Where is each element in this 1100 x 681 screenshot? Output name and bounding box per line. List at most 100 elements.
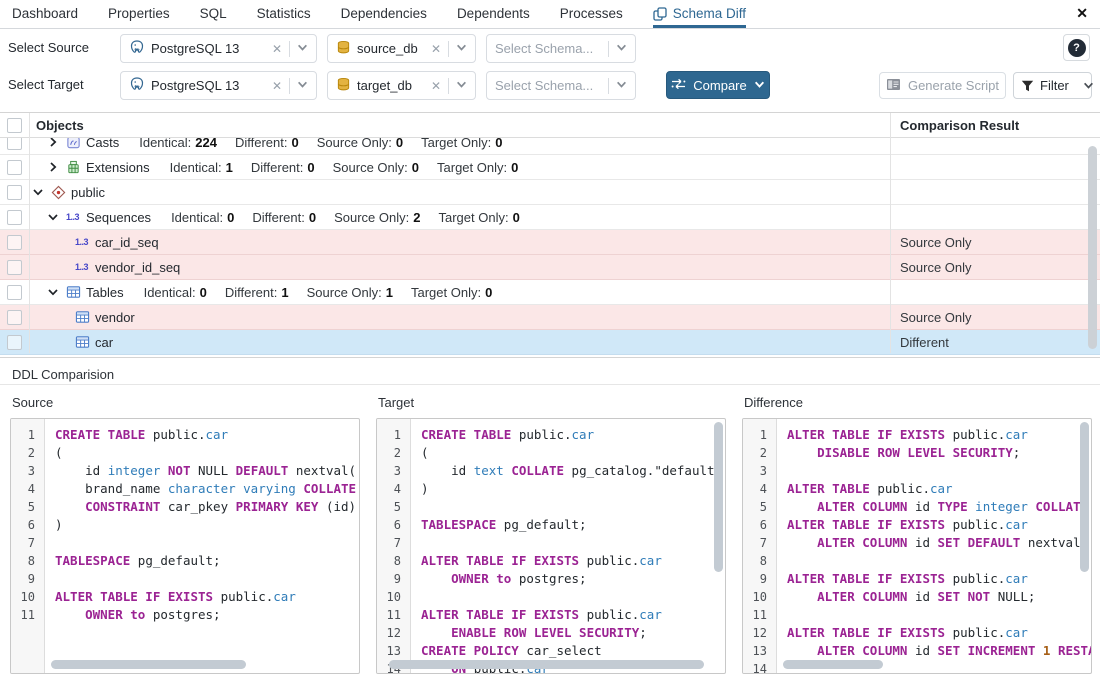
- code-line: ALTER TABLE IF EXISTS public.car: [55, 588, 359, 606]
- tab-label: Schema Diff: [673, 6, 746, 21]
- tab-schema-diff[interactable]: Schema Diff: [653, 0, 746, 28]
- row-checkbox[interactable]: [7, 160, 22, 175]
- tree-row-label: Tables: [86, 285, 124, 300]
- chevron-down-icon[interactable]: [297, 41, 308, 56]
- sql-code: ALTER TABLE IF EXISTS public.car DISABLE…: [778, 419, 1091, 673]
- code-line: ): [55, 516, 359, 534]
- tab-dashboard[interactable]: Dashboard: [12, 0, 78, 28]
- tree-row-label: car: [95, 335, 113, 350]
- row-checkbox[interactable]: [7, 285, 22, 300]
- difference-ddl-editor[interactable]: 1234567891011121314ALTER TABLE IF EXISTS…: [742, 418, 1092, 674]
- row-checkbox[interactable]: [7, 138, 22, 150]
- tree-row-label: public: [71, 185, 105, 200]
- casts-icon: [66, 138, 86, 150]
- tree-row[interactable]: 1..3vendor_id_seqSource Only: [0, 255, 1100, 280]
- database-icon: [336, 40, 351, 58]
- clear-icon[interactable]: ✕: [431, 79, 441, 93]
- chevron-down-icon[interactable]: [48, 287, 66, 297]
- sequence-icon: 1..3: [66, 212, 86, 222]
- help-icon: ?: [1068, 39, 1086, 57]
- tab-properties[interactable]: Properties: [108, 0, 170, 28]
- source-database-select[interactable]: source_db ✕: [327, 34, 476, 63]
- chevron-down-icon[interactable]: [297, 78, 308, 93]
- code-line: (: [55, 444, 359, 462]
- horizontal-scrollbar[interactable]: [51, 660, 246, 669]
- row-checkbox[interactable]: [7, 310, 22, 325]
- tree-row-label: Extensions: [86, 160, 150, 175]
- code-line: id integer NOT NULL DEFAULT nextval(': [55, 462, 359, 480]
- tab-bar: Dashboard Properties SQL Statistics Dependen…: [0, 0, 1100, 29]
- code-line: CREATE TABLE public.car: [421, 426, 725, 444]
- tree-row[interactable]: CastsIdentical:224Different:0Source Only…: [0, 138, 1100, 155]
- source-server-value: PostgreSQL 13: [151, 41, 239, 56]
- chevron-down-icon[interactable]: [48, 212, 66, 222]
- horizontal-scrollbar[interactable]: [389, 660, 704, 669]
- tab-statistics[interactable]: Statistics: [257, 0, 311, 28]
- select-all-checkbox[interactable]: [7, 118, 22, 133]
- chevron-down-icon[interactable]: [616, 78, 627, 93]
- target-server-select[interactable]: PostgreSQL 13 ✕: [120, 71, 317, 100]
- source-ddl-editor[interactable]: 1234567891011CREATE TABLE public.car( id…: [10, 418, 360, 674]
- comparison-grid: Objects Comparison Result CastsIdentical…: [0, 112, 1100, 358]
- tree-row[interactable]: car Different: [0, 330, 1100, 355]
- stat-different: Different:0: [251, 160, 315, 175]
- code-line: ALTER TABLE IF EXISTS public.car: [787, 624, 1091, 642]
- select-source-label: Select Source: [8, 40, 89, 55]
- stat-source-only: Source Only:1: [307, 285, 393, 300]
- tree-vertical-scrollbar[interactable]: [1088, 146, 1097, 349]
- row-checkbox[interactable]: [7, 260, 22, 275]
- chevron-down-icon[interactable]: [754, 78, 765, 93]
- tab-dependencies[interactable]: Dependencies: [341, 0, 427, 28]
- chevron-down-icon[interactable]: [456, 78, 467, 93]
- stat-source-only: Source Only:0: [317, 138, 403, 150]
- comparison-result-cell: Source Only: [900, 255, 972, 280]
- target-database-select[interactable]: target_db ✕: [327, 71, 476, 100]
- clear-icon[interactable]: ✕: [431, 42, 441, 56]
- chevron-right-icon[interactable]: [48, 162, 66, 172]
- generate-script-button[interactable]: Generate Script: [879, 72, 1006, 99]
- stat-target-only: Target Only:0: [411, 285, 492, 300]
- tree-row[interactable]: public: [0, 180, 1100, 205]
- tab-dependents[interactable]: Dependents: [457, 0, 530, 28]
- stat-different: Different:0: [252, 210, 316, 225]
- clear-icon[interactable]: ✕: [272, 79, 282, 93]
- compare-button[interactable]: Compare: [666, 71, 770, 99]
- chevron-down-icon[interactable]: [616, 41, 627, 56]
- target-server-value: PostgreSQL 13: [151, 78, 239, 93]
- chevron-down-icon[interactable]: [33, 187, 51, 197]
- clear-icon[interactable]: ✕: [272, 42, 282, 56]
- tree-row[interactable]: 1..3SequencesIdentical:0Different:0Sourc…: [0, 205, 1100, 230]
- chevron-down-icon[interactable]: [456, 41, 467, 56]
- filter-button[interactable]: Filter: [1013, 72, 1092, 99]
- vertical-scrollbar[interactable]: [714, 422, 723, 572]
- comparison-result-cell: Different: [900, 330, 949, 355]
- stat-source-only: Source Only:2: [334, 210, 420, 225]
- target-schema-select[interactable]: Select Schema...: [486, 71, 636, 100]
- target-ddl-editor[interactable]: 1234567891011121314CREATE TABLE public.c…: [376, 418, 726, 674]
- row-checkbox[interactable]: [7, 235, 22, 250]
- source-panel-title: Source: [12, 395, 53, 410]
- code-line: DISABLE ROW LEVEL SECURITY;: [787, 444, 1091, 462]
- close-icon[interactable]: ✕: [1076, 5, 1088, 22]
- table-icon: [75, 335, 95, 349]
- tab-processes[interactable]: Processes: [560, 0, 623, 28]
- row-checkbox[interactable]: [7, 185, 22, 200]
- chevron-right-icon[interactable]: [48, 138, 66, 147]
- row-checkbox[interactable]: [7, 335, 22, 350]
- tree-row-label: vendor: [95, 310, 135, 325]
- tab-label: SQL: [200, 6, 227, 21]
- source-server-select[interactable]: PostgreSQL 13 ✕: [120, 34, 317, 63]
- tab-label: Dependencies: [341, 6, 427, 21]
- tree-row[interactable]: vendorSource Only: [0, 305, 1100, 330]
- tree-row[interactable]: 1..3car_id_seqSource Only: [0, 230, 1100, 255]
- tree-row[interactable]: TablesIdentical:0Different:1Source Only:…: [0, 280, 1100, 305]
- chevron-down-icon[interactable]: [1083, 80, 1094, 91]
- tree-row[interactable]: ExtensionsIdentical:1Different:0Source O…: [0, 155, 1100, 180]
- help-button[interactable]: ?: [1063, 34, 1090, 61]
- horizontal-scrollbar[interactable]: [783, 660, 883, 669]
- stat-source-only: Source Only:0: [333, 160, 419, 175]
- vertical-scrollbar[interactable]: [1080, 422, 1089, 572]
- tab-sql[interactable]: SQL: [200, 0, 227, 28]
- source-schema-select[interactable]: Select Schema...: [486, 34, 636, 63]
- row-checkbox[interactable]: [7, 210, 22, 225]
